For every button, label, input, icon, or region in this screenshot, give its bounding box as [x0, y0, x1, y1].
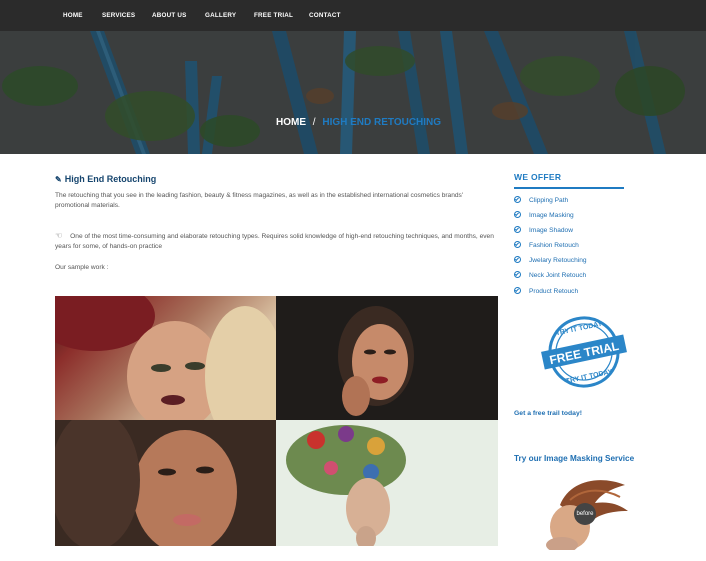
we-offer-underline: [514, 187, 624, 189]
check-circle-icon: [514, 271, 521, 278]
check-circle-icon: [514, 256, 521, 263]
tag-icon: ✎: [55, 175, 62, 184]
sample-image-dark-hair[interactable]: [276, 296, 498, 420]
nav-free-trial[interactable]: FREE TRIAL: [254, 12, 293, 19]
free-trail-link[interactable]: Get a free trail today!: [514, 410, 582, 417]
offer-item-image-masking[interactable]: Image Masking: [514, 211, 574, 219]
offer-item-neck-joint-retouch[interactable]: Neck Joint Retouch: [514, 271, 586, 279]
hero-pencils-image: [0, 31, 706, 154]
sample-image-freckles[interactable]: [55, 420, 276, 546]
check-circle-icon: [514, 211, 521, 218]
check-circle-icon: [514, 226, 521, 233]
offer-item-image-shadow[interactable]: Image Shadow: [514, 226, 573, 234]
intro-paragraph: The retouching that you see in the leadi…: [55, 192, 464, 209]
offer-item-product-retouch[interactable]: Product Retouch: [514, 287, 578, 295]
offer-item-jwelary-retouching[interactable]: Jwelary Retouching: [514, 256, 587, 264]
hero-banner: HOME / HIGH END RETOUCHING: [0, 31, 706, 154]
nav-contact[interactable]: CONTACT: [309, 12, 341, 19]
sample-gallery: [55, 296, 498, 546]
stamp-top-text: TRY IT TODAY: [555, 321, 603, 338]
nav-gallery[interactable]: GALLERY: [205, 12, 236, 19]
page-title-text: High End Retouching: [64, 174, 157, 184]
check-circle-icon: [514, 287, 521, 294]
check-circle-icon: [514, 241, 521, 248]
sample-work-label: Our sample work :: [55, 264, 109, 271]
offer-item-clipping-path[interactable]: Clipping Path: [514, 196, 568, 204]
nav-about-us[interactable]: ABOUT US: [152, 12, 186, 19]
free-trial-stamp[interactable]: TRY IT TODAY TRY IT TODAY FREE TRIAL: [538, 313, 630, 391]
before-badge[interactable]: before: [574, 503, 596, 525]
breadcrumb-current: HIGH END RETOUCHING: [322, 117, 442, 128]
nav-services[interactable]: SERVICES: [102, 12, 135, 19]
offer-item-fashion-retouch[interactable]: Fashion Retouch: [514, 241, 579, 249]
description-text: One of the most time-consuming and elabo…: [55, 233, 494, 250]
breadcrumb-home[interactable]: HOME: [276, 117, 306, 128]
breadcrumb-separator: /: [312, 117, 316, 128]
image-masking-heading: Try our Image Masking Service: [514, 454, 635, 463]
page-title: ✎ High End Retouching: [55, 174, 156, 184]
sample-image-flower-crown[interactable]: [276, 420, 498, 546]
pointing-hand-icon: ☜: [55, 231, 63, 240]
top-navigation: HOME SERVICES ABOUT US GALLERY FREE TRIA…: [0, 0, 706, 31]
description-paragraph: ☜ One of the most time-consuming and elab…: [55, 231, 495, 252]
sample-image-red-hair[interactable]: [55, 296, 276, 420]
breadcrumb: HOME / HIGH END RETOUCHING: [276, 117, 441, 128]
we-offer-heading: WE OFFER: [514, 172, 562, 182]
nav-home[interactable]: HOME: [63, 12, 83, 19]
check-circle-icon: [514, 196, 521, 203]
